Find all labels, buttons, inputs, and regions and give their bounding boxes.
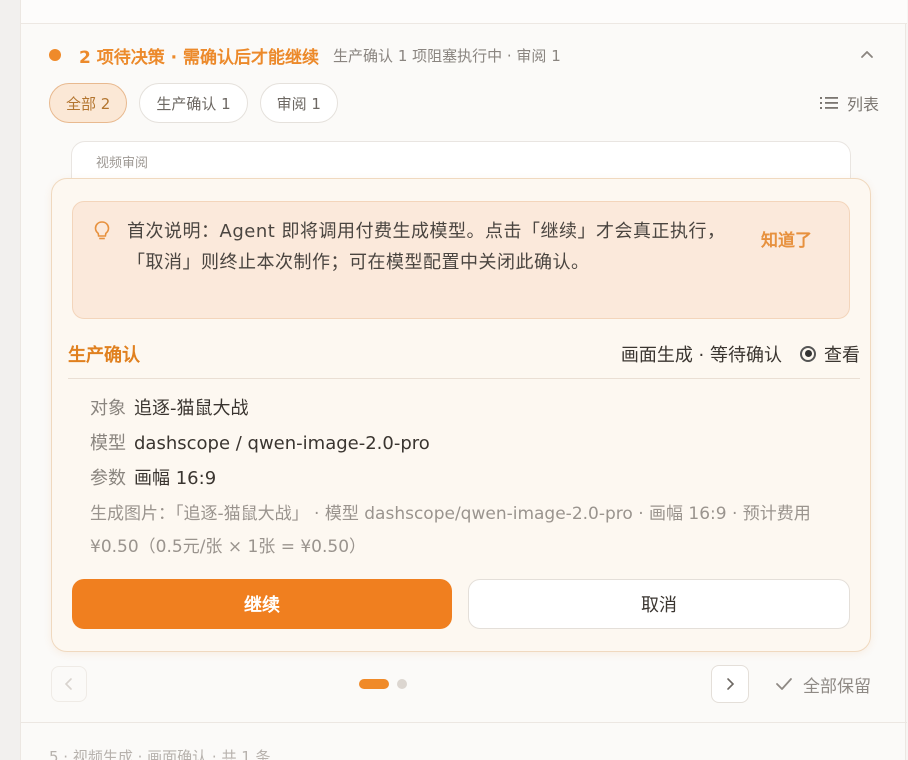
- next-section-peek[interactable]: 5 · 视频生成 · 画面确认 · 共 1 条: [49, 746, 271, 760]
- section-title: 生产确认: [68, 344, 140, 366]
- list-view-toggle[interactable]: 列表: [819, 91, 879, 115]
- stacked-card-label: 视频审阅: [96, 156, 149, 171]
- keep-all-label: 全部保留: [803, 676, 871, 697]
- keep-all-button[interactable]: 全部保留: [775, 672, 871, 697]
- top-strip: [21, 0, 907, 24]
- filter-chip-review[interactable]: 审阅 1: [259, 83, 338, 123]
- lightbulb-icon: [93, 220, 111, 246]
- section-status: 画面生成 · 等待确认: [620, 344, 782, 366]
- detail-key: 参数: [90, 468, 126, 489]
- page-dot-active[interactable]: [359, 679, 389, 689]
- view-button-label: 查看: [824, 344, 860, 366]
- header-title: 2 项待决策 · 需确认后才能继续: [79, 47, 320, 68]
- detail-key: 对象: [90, 398, 126, 419]
- radio-icon: [800, 345, 816, 362]
- chevron-left-icon: [64, 678, 72, 690]
- chevron-up-icon[interactable]: [855, 43, 879, 67]
- cost-note: 生成图片：「追逐-猫鼠大战」 · 模型 dashscope/qwen-image…: [90, 504, 811, 557]
- page-dots: [359, 679, 407, 689]
- confirm-details: 对象 追逐-猫鼠大战 模型 dashscope / qwen-image-2.0…: [90, 391, 860, 564]
- divider: [21, 722, 907, 723]
- filter-chip-all[interactable]: 全部 2: [49, 83, 128, 123]
- view-button[interactable]: 查看: [800, 341, 860, 367]
- detail-value: dashscope / qwen-image-2.0-pro: [134, 433, 430, 454]
- decision-panel: 2 项待决策 · 需确认后才能继续 生产确认 1 项阻塞执行中 · 审阅 1 全…: [20, 0, 907, 760]
- decision-header[interactable]: 2 项待决策 · 需确认后才能继续 生产确认 1 项阻塞执行中 · 审阅 1: [49, 40, 879, 70]
- production-confirm-card: 首次说明：Agent 即将调用付费生成模型。点击「继续」才会真正执行，「取消」则…: [51, 178, 871, 652]
- check-icon: [776, 678, 792, 690]
- detail-row-model: 模型 dashscope / qwen-image-2.0-pro: [90, 426, 860, 461]
- page-dot[interactable]: [397, 679, 407, 689]
- list-view-label: 列表: [846, 95, 879, 114]
- detail-key: 模型: [90, 433, 126, 454]
- action-buttons: 继续 取消: [72, 579, 850, 629]
- next-page-button[interactable]: [711, 665, 749, 703]
- filter-chip-production[interactable]: 生产确认 1: [139, 83, 248, 123]
- tip-text: 首次说明：Agent 即将调用付费生成模型。点击「继续」才会真正执行，「取消」则…: [127, 221, 726, 273]
- header-subtitle: 生产确认 1 项阻塞执行中 · 审阅 1: [333, 46, 561, 65]
- detail-row-target: 对象 追逐-猫鼠大战: [90, 391, 860, 426]
- list-icon: [819, 97, 838, 109]
- tip-dismiss-button[interactable]: 知道了: [761, 226, 812, 251]
- status-dot: [49, 49, 61, 61]
- prev-page-button[interactable]: [51, 666, 87, 702]
- chevron-right-icon: [727, 678, 735, 690]
- detail-value: 追逐-猫鼠大战: [134, 398, 249, 419]
- cancel-button[interactable]: 取消: [468, 579, 850, 629]
- filter-chips: 全部 2 生产确认 1 审阅 1 列表: [49, 82, 879, 124]
- detail-value: 画幅 16:9: [134, 468, 217, 489]
- left-rail: [0, 0, 20, 760]
- detail-row-params: 参数 画幅 16:9: [90, 461, 860, 496]
- card-pager: 全部保留: [51, 664, 871, 704]
- section-header: 生产确认 画面生成 · 等待确认 查看: [68, 329, 860, 379]
- first-time-tip: 首次说明：Agent 即将调用付费生成模型。点击「继续」才会真正执行，「取消」则…: [72, 201, 850, 319]
- continue-button[interactable]: 继续: [72, 579, 452, 629]
